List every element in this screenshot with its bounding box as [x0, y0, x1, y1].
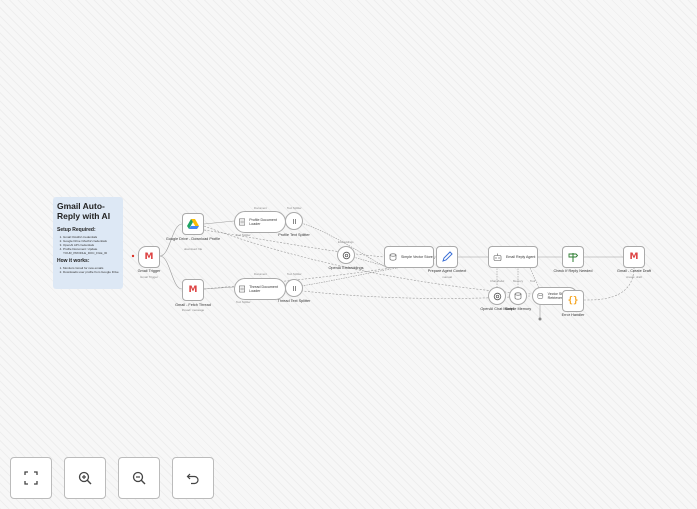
setup-list: Gmail OAuth2 credentials Google Drive OA… — [57, 235, 119, 255]
gmail-icon: M — [629, 252, 639, 262]
gmail-icon: M — [144, 252, 154, 262]
node-label: Profile Text Splitter — [278, 233, 310, 237]
thread-text-splitter-node[interactable] — [285, 279, 303, 297]
how-list: Monitors Gmail for new emails Downloads … — [57, 266, 119, 274]
node-sublabel: download: file — [183, 247, 203, 251]
database-icon — [389, 253, 397, 261]
openai-embeddings-node[interactable] — [337, 246, 355, 264]
simple-memory-node[interactable] — [509, 287, 527, 305]
node-label: Check If Reply Needed — [553, 269, 593, 273]
node-label: Gmail Trigger — [137, 269, 161, 273]
undo-icon — [186, 473, 199, 485]
list-item: Profile Document: Update YOUR_PROFILE_DO… — [63, 247, 119, 255]
thread-document-loader-node[interactable]: Thread Document Loader — [234, 278, 286, 300]
profile-document-loader-node[interactable]: Profile Document Loader — [234, 211, 286, 233]
openai-icon — [342, 251, 350, 259]
node-label: Gmail - Fetch Thread — [175, 303, 211, 307]
openai-icon — [493, 292, 501, 300]
simple-vector-store-node[interactable]: Simple Vector Store — [384, 246, 434, 268]
list-item: Downloads user profile from Google Drive — [63, 270, 119, 274]
fit-view-button[interactable] — [10, 457, 52, 499]
port-label: Document — [254, 206, 267, 210]
sticky-note[interactable]: Gmail Auto-Reply with AI Setup Required:… — [53, 197, 123, 289]
split-icon — [292, 285, 296, 291]
email-reply-agent-node[interactable]: Email Reply Agent — [488, 246, 538, 268]
openai-chat-model-node[interactable] — [488, 287, 506, 305]
zoom-in-icon — [78, 471, 92, 485]
document-icon — [239, 285, 245, 293]
document-icon — [239, 218, 246, 226]
node-label: Profile Document Loader — [249, 218, 277, 226]
node-label: Gmail - Create Draft — [617, 269, 651, 273]
port-label: Memory — [513, 279, 524, 283]
node-label: Simple Memory — [504, 307, 532, 311]
gmail-fetch-thread-node[interactable]: M — [182, 279, 204, 301]
code-braces-icon: {} — [567, 296, 579, 306]
port-label: Chat Model — [490, 279, 505, 283]
signpost-icon — [568, 253, 579, 262]
port-label: Text Splitter — [236, 300, 251, 304]
port-label: Text Splitter — [236, 233, 251, 237]
port-label: Text Splitter — [287, 206, 302, 210]
how-heading: How it works: — [57, 258, 90, 264]
prepare-agent-context-node[interactable] — [436, 246, 458, 268]
google-drive-download-node[interactable] — [182, 213, 204, 235]
check-if-reply-needed-node[interactable] — [562, 246, 584, 268]
node-label: OpenAI Embeddings — [328, 266, 364, 270]
reset-zoom-button[interactable] — [172, 457, 214, 499]
node-sublabel: Gmail Trigger — [139, 275, 158, 279]
node-label: Prepare Agent Context — [427, 269, 467, 273]
gmail-create-draft-node[interactable]: M — [623, 246, 645, 268]
node-label: Email Reply Agent — [506, 255, 536, 259]
node-sublabel: manual — [442, 275, 452, 279]
database-icon — [537, 293, 544, 299]
workflow-canvas[interactable]: Gmail Auto-Reply with AI Setup Required:… — [0, 0, 697, 509]
split-icon — [292, 218, 296, 224]
robot-icon — [493, 253, 502, 261]
node-label: Error Handler — [561, 313, 585, 317]
gmail-icon: M — [188, 285, 198, 295]
node-label: Google Drive - Download Profile — [165, 237, 221, 241]
node-label: Thread Text Splitter — [277, 299, 311, 303]
trigger-dot — [131, 254, 135, 258]
port-label: Tool — [530, 279, 536, 283]
sticky-title: Gmail Auto-Reply with AI — [57, 201, 111, 221]
setup-heading: Setup Required: — [57, 227, 96, 233]
port-label: Document — [254, 272, 267, 276]
gmail-trigger-node[interactable]: M — [138, 246, 160, 268]
database-icon — [514, 292, 522, 300]
profile-text-splitter-node[interactable] — [285, 212, 303, 230]
node-label: Thread Document Loader — [249, 285, 278, 293]
node-label: Simple Vector Store — [401, 255, 433, 259]
google-drive-icon — [187, 219, 199, 229]
edge-thread-store — [293, 267, 399, 288]
node-sublabel: thread: message — [181, 308, 205, 312]
zoom-in-button[interactable] — [64, 457, 106, 499]
pencil-icon — [442, 251, 453, 262]
fit-view-icon — [24, 471, 38, 485]
zoom-out-icon — [132, 471, 146, 485]
node-sublabel: create: draft — [625, 275, 642, 279]
port-label: Text Splitter — [287, 272, 302, 276]
add-handle — [538, 317, 542, 321]
error-handler-node[interactable]: {} — [562, 290, 584, 312]
edge-drive-profileloader — [203, 220, 235, 225]
port-label: Embeddings — [338, 240, 354, 244]
canvas-controls — [10, 457, 214, 499]
zoom-out-button[interactable] — [118, 457, 160, 499]
